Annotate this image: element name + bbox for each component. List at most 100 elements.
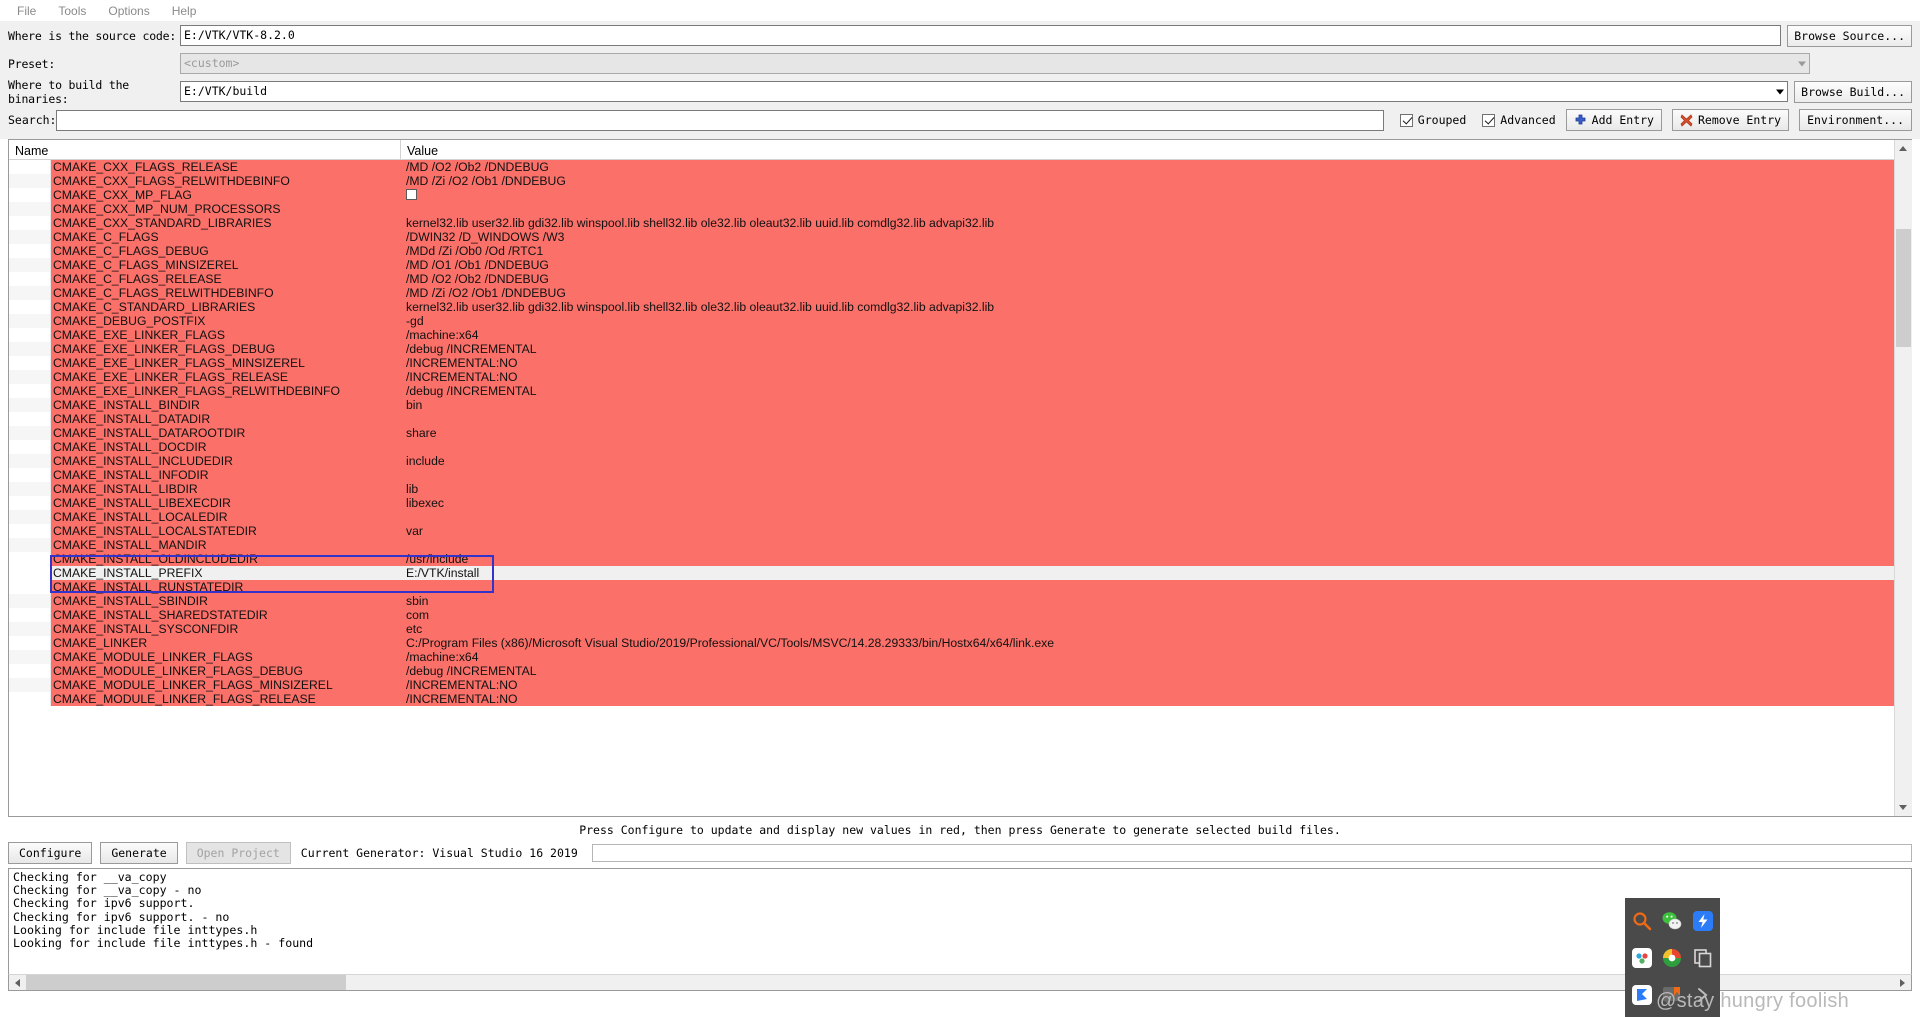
table-row[interactable]: CMAKE_CXX_MP_FLAG xyxy=(9,188,1911,202)
cell-name[interactable]: CMAKE_C_FLAGS_MINSIZEREL xyxy=(51,258,401,272)
table-row[interactable]: CMAKE_INSTALL_DOCDIR xyxy=(9,440,1911,454)
cell-value[interactable]: /MD /O1 /Ob1 /DNDEBUG xyxy=(401,258,1911,272)
table-row[interactable]: CMAKE_INSTALL_LIBDIR lib xyxy=(9,482,1911,496)
cell-value[interactable]: /DWIN32 /D_WINDOWS /W3 xyxy=(401,230,1911,244)
cell-value[interactable]: var xyxy=(401,524,1911,538)
cell-value[interactable]: etc xyxy=(401,622,1911,636)
table-row[interactable]: CMAKE_CXX_MP_NUM_PROCESSORS xyxy=(9,202,1911,216)
table-row[interactable]: CMAKE_CXX_FLAGS_RELWITHDEBINFO/MD /Zi /O… xyxy=(9,174,1911,188)
cell-name[interactable]: CMAKE_INSTALL_INCLUDEDIR xyxy=(51,454,401,468)
cell-value[interactable]: /debug /INCREMENTAL xyxy=(401,342,1911,356)
cell-value[interactable]: libexec xyxy=(401,496,1911,510)
table-scroll-thumb[interactable] xyxy=(1895,229,1911,347)
copy-icon[interactable] xyxy=(1688,939,1718,976)
advanced-checkbox[interactable]: Advanced xyxy=(1482,113,1556,127)
cell-name[interactable]: CMAKE_CXX_MP_NUM_PROCESSORS xyxy=(51,202,401,216)
table-row[interactable]: CMAKE_C_STANDARD_LIBRARIES kernel32.lib u… xyxy=(9,300,1911,314)
cell-value[interactable]: share xyxy=(401,426,1911,440)
wechat-icon[interactable] xyxy=(1657,902,1687,939)
menu-item-options[interactable]: Options xyxy=(97,2,160,20)
table-row[interactable]: CMAKE_INSTALL_DATADIR xyxy=(9,412,1911,426)
table-row[interactable]: CMAKE_INSTALL_INFODIR xyxy=(9,468,1911,482)
cell-value[interactable]: /debug /INCREMENTAL xyxy=(401,664,1911,678)
table-row[interactable]: CMAKE_C_FLAGS_RELEASE/MD /O2 /Ob2 /DNDEB… xyxy=(9,272,1911,286)
cell-value[interactable] xyxy=(401,538,1911,552)
cell-name[interactable]: CMAKE_INSTALL_DOCDIR xyxy=(51,440,401,454)
table-scroll-track[interactable] xyxy=(1894,157,1912,799)
checkbox-icon[interactable] xyxy=(406,189,417,200)
cell-value[interactable]: /machine:x64 xyxy=(401,650,1911,664)
cell-value[interactable]: lib xyxy=(401,482,1911,496)
table-row[interactable]: CMAKE_EXE_LINKER_FLAGS_RELEASE/INCREMENT… xyxy=(9,370,1911,384)
cell-value[interactable]: com xyxy=(401,608,1911,622)
build-input[interactable]: E:/VTK/build xyxy=(180,81,1789,102)
cell-value[interactable] xyxy=(401,188,1911,202)
table-row[interactable]: CMAKE_INSTALL_LOCALEDIR xyxy=(9,510,1911,524)
cell-name[interactable]: CMAKE_EXE_LINKER_FLAGS_RELWITHDEBINFO xyxy=(51,384,401,398)
flag-icon[interactable] xyxy=(1627,976,1657,1013)
cell-value[interactable]: C:/Program Files (x86)/Microsoft Visual … xyxy=(401,636,1911,650)
cell-value[interactable] xyxy=(401,468,1911,482)
table-vertical-scrollbar[interactable] xyxy=(1894,140,1912,816)
cell-name[interactable]: CMAKE_MODULE_LINKER_FLAGS_DEBUG xyxy=(51,664,401,678)
column-header-value[interactable]: Value xyxy=(401,140,1911,159)
cell-name[interactable]: CMAKE_INSTALL_LIBEXECDIR xyxy=(51,496,401,510)
cell-value[interactable]: /MD /O2 /Ob2 /DNDEBUG xyxy=(401,272,1911,286)
search-input[interactable] xyxy=(56,109,1384,131)
menu-item-tools[interactable]: Tools xyxy=(47,2,97,20)
cell-name[interactable]: CMAKE_C_STANDARD_LIBRARIES xyxy=(51,300,401,314)
cell-value[interactable]: /MD /O2 /Ob2 /DNDEBUG xyxy=(401,160,1911,174)
cell-name[interactable]: CMAKE_C_FLAGS xyxy=(51,230,401,244)
cell-value[interactable]: kernel32.lib user32.lib gdi32.lib winspo… xyxy=(401,216,1911,230)
table-row[interactable]: CMAKE_LINKER C:/Program Files (x86)/Micro… xyxy=(9,636,1911,650)
log-scroll-track[interactable] xyxy=(26,975,1894,990)
table-row[interactable]: CMAKE_INSTALL_RUNSTATEDIR xyxy=(9,580,1911,594)
cell-name[interactable]: CMAKE_MODULE_LINKER_FLAGS_MINSIZEREL xyxy=(51,678,401,692)
cell-name[interactable]: CMAKE_C_FLAGS_RELWITHDEBINFO xyxy=(51,286,401,300)
cell-value[interactable] xyxy=(401,412,1911,426)
table-row[interactable]: CMAKE_CXX_FLAGS_RELEASE/MD /O2 /Ob2 /DND… xyxy=(9,160,1911,174)
table-row[interactable]: CMAKE_MODULE_LINKER_FLAGS_MINSIZEREL/INC… xyxy=(9,678,1911,692)
cell-name[interactable]: CMAKE_MODULE_LINKER_FLAGS_RELEASE xyxy=(51,692,401,706)
cell-name[interactable]: CMAKE_CXX_STANDARD_LIBRARIES xyxy=(51,216,401,230)
cell-name[interactable]: CMAKE_INSTALL_BINDIR xyxy=(51,398,401,412)
cell-value[interactable]: -gd xyxy=(401,314,1911,328)
cell-name[interactable]: CMAKE_INSTALL_LIBDIR xyxy=(51,482,401,496)
table-row[interactable]: CMAKE_C_FLAGS_MINSIZEREL/MD /O1 /Ob1 /DN… xyxy=(9,258,1911,272)
thunder-icon[interactable] xyxy=(1688,902,1718,939)
cell-name[interactable]: CMAKE_CXX_MP_FLAG xyxy=(51,188,401,202)
column-header-name[interactable]: Name xyxy=(9,140,401,159)
table-row[interactable]: CMAKE_INSTALL_DATAROOTDIR share xyxy=(9,426,1911,440)
cell-name[interactable]: CMAKE_LINKER xyxy=(51,636,401,650)
preset-combo[interactable]: <custom> xyxy=(180,53,1810,74)
table-row[interactable]: CMAKE_INSTALL_SBINDIR sbin xyxy=(9,594,1911,608)
cell-name[interactable]: CMAKE_INSTALL_RUNSTATEDIR xyxy=(51,580,401,594)
build-combo[interactable]: E:/VTK/build xyxy=(180,81,1789,102)
table-body[interactable]: CMAKE_CXX_FLAGS_RELEASE/MD /O2 /Ob2 /DND… xyxy=(9,160,1911,816)
add-entry-button[interactable]: Add Entry xyxy=(1565,109,1662,131)
cell-value[interactable]: kernel32.lib user32.lib gdi32.lib winspo… xyxy=(401,300,1911,314)
cell-name[interactable]: CMAKE_INSTALL_DATADIR xyxy=(51,412,401,426)
cell-name[interactable]: CMAKE_INSTALL_SBINDIR xyxy=(51,594,401,608)
table-row[interactable]: CMAKE_CXX_STANDARD_LIBRARIES kernel32.lib… xyxy=(9,216,1911,230)
configure-button[interactable]: Configure xyxy=(8,842,93,864)
table-row[interactable]: CMAKE_EXE_LINKER_FLAGS/machine:x64 xyxy=(9,328,1911,342)
cell-name[interactable]: CMAKE_INSTALL_LOCALSTATEDIR xyxy=(51,524,401,538)
cell-name[interactable]: CMAKE_INSTALL_INFODIR xyxy=(51,468,401,482)
grouped-checkbox[interactable]: Grouped xyxy=(1399,113,1466,127)
cell-name[interactable]: CMAKE_INSTALL_PREFIX xyxy=(51,566,401,580)
cell-value[interactable]: sbin xyxy=(401,594,1911,608)
table-row[interactable]: CMAKE_INSTALL_MANDIR xyxy=(9,538,1911,552)
cell-value[interactable]: /INCREMENTAL:NO xyxy=(401,356,1911,370)
cell-name[interactable]: CMAKE_EXE_LINKER_FLAGS xyxy=(51,328,401,342)
cache-table[interactable]: Name Value CMAKE_CXX_FLAGS_RELEASE/MD /O… xyxy=(8,139,1912,817)
menu-item-file[interactable]: File xyxy=(6,2,47,20)
cell-name[interactable]: CMAKE_EXE_LINKER_FLAGS_DEBUG xyxy=(51,342,401,356)
table-row[interactable]: CMAKE_INSTALL_LOCALSTATEDIR var xyxy=(9,524,1911,538)
cell-value[interactable]: /MD /Zi /O2 /Ob1 /DNDEBUG xyxy=(401,174,1911,188)
generate-button[interactable]: Generate xyxy=(100,842,178,864)
cell-name[interactable]: CMAKE_EXE_LINKER_FLAGS_RELEASE xyxy=(51,370,401,384)
table-row[interactable]: CMAKE_MODULE_LINKER_FLAGS_RELEASE/INCREM… xyxy=(9,692,1911,706)
cell-name[interactable]: CMAKE_C_FLAGS_RELEASE xyxy=(51,272,401,286)
table-row[interactable]: CMAKE_INSTALL_OLDINCLUDEDIR/usr/include xyxy=(9,552,1911,566)
